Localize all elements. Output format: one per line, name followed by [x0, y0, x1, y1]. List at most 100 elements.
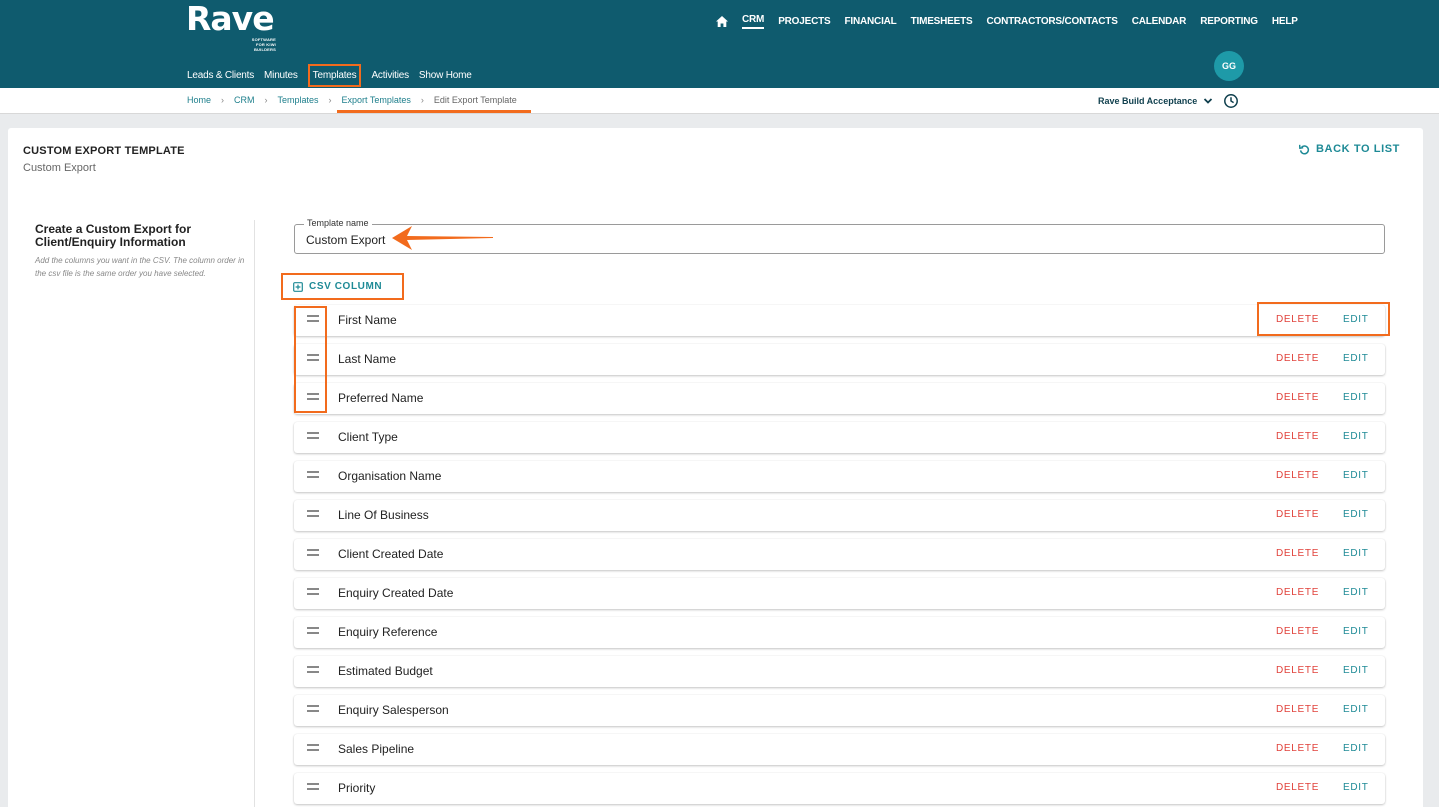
subnav-templates[interactable]: Templates: [307, 64, 362, 87]
csv-column-row[interactable]: Enquiry Created Date DELETE EDIT: [294, 578, 1385, 609]
side-info: Create a Custom Export for Client/Enquir…: [35, 223, 245, 280]
subnav-show-home[interactable]: Show Home: [419, 70, 472, 81]
logo-tagline: SOFTWARE FOR KIWI BUILDERS: [251, 37, 276, 52]
main-nav: CRM PROJECTS FINANCIAL TIMESHEETS CONTRA…: [716, 14, 1312, 29]
column-name: Enquiry Reference: [338, 625, 438, 639]
edit-button[interactable]: EDIT: [1343, 392, 1369, 403]
nav-projects[interactable]: PROJECTS: [778, 16, 831, 27]
user-avatar[interactable]: GG: [1214, 51, 1244, 81]
subnav-leads-clients[interactable]: Leads & Clients: [187, 70, 254, 81]
edit-button[interactable]: EDIT: [1343, 353, 1369, 364]
history-clock-icon[interactable]: [1223, 93, 1239, 109]
csv-column-row[interactable]: Client Created Date DELETE EDIT: [294, 539, 1385, 570]
edit-button[interactable]: EDIT: [1343, 548, 1369, 559]
csv-column-row[interactable]: Enquiry Reference DELETE EDIT: [294, 617, 1385, 648]
back-to-list-label: BACK TO LIST: [1316, 143, 1400, 155]
template-name-label: Template name: [304, 218, 372, 228]
delete-button[interactable]: DELETE: [1276, 470, 1319, 481]
delete-button[interactable]: DELETE: [1276, 704, 1319, 715]
delete-button[interactable]: DELETE: [1276, 743, 1319, 754]
template-name-value[interactable]: Custom Export: [306, 233, 385, 247]
subnav-activities[interactable]: Activities: [371, 70, 409, 81]
edit-button[interactable]: EDIT: [1343, 704, 1369, 715]
column-name: Client Type: [338, 430, 398, 444]
drag-handle-icon[interactable]: [307, 627, 319, 637]
edit-button[interactable]: EDIT: [1343, 743, 1369, 754]
delete-button[interactable]: DELETE: [1276, 587, 1319, 598]
drag-handle-icon[interactable]: [307, 705, 319, 715]
drag-handle-icon[interactable]: [307, 744, 319, 754]
delete-button[interactable]: DELETE: [1276, 353, 1319, 364]
breadcrumb-crm[interactable]: CRM: [234, 95, 255, 105]
delete-button[interactable]: DELETE: [1276, 548, 1319, 559]
breadcrumb: Home › CRM › Templates › Export Template…: [187, 95, 517, 105]
chevron-down-icon: [1204, 98, 1213, 104]
company-select-label: Rave Build Acceptance: [1098, 96, 1198, 106]
drag-handle-icon[interactable]: [307, 471, 319, 481]
column-name: Priority: [338, 781, 376, 795]
drag-handle-icon[interactable]: [307, 432, 319, 442]
home-icon[interactable]: [716, 14, 730, 28]
annotation-arrow-icon: [392, 226, 493, 250]
csv-column-row[interactable]: Line Of Business DELETE EDIT: [294, 500, 1385, 531]
edit-button[interactable]: EDIT: [1343, 665, 1369, 676]
logo-wordmark: Rave: [186, 0, 275, 38]
nav-help[interactable]: HELP: [1272, 16, 1298, 27]
csv-column-row[interactable]: Client Type DELETE EDIT: [294, 422, 1385, 453]
nav-calendar[interactable]: CALENDAR: [1132, 16, 1187, 27]
delete-button[interactable]: DELETE: [1276, 392, 1319, 403]
csv-column-row[interactable]: Estimated Budget DELETE EDIT: [294, 656, 1385, 687]
delete-button[interactable]: DELETE: [1276, 782, 1319, 793]
subnav-minutes[interactable]: Minutes: [264, 70, 298, 81]
edit-button[interactable]: EDIT: [1343, 626, 1369, 637]
edit-button[interactable]: EDIT: [1343, 509, 1369, 520]
drag-handle-icon[interactable]: [307, 510, 319, 520]
column-name: First Name: [338, 313, 397, 327]
breadcrumb-current: Edit Export Template: [433, 95, 517, 105]
csv-column-row[interactable]: First Name DELETE EDIT: [294, 305, 1385, 336]
column-name: Client Created Date: [338, 547, 444, 561]
breadcrumb-chevron-icon: ›: [264, 95, 268, 105]
column-name: Line Of Business: [338, 508, 429, 522]
sub-nav: Leads & Clients Minutes Templates Activi…: [187, 64, 482, 87]
drag-handle-icon[interactable]: [307, 666, 319, 676]
back-to-list-button[interactable]: BACK TO LIST: [1299, 143, 1400, 155]
edit-button[interactable]: EDIT: [1343, 587, 1369, 598]
nav-reporting[interactable]: REPORTING: [1200, 16, 1258, 27]
nav-crm[interactable]: CRM: [742, 14, 764, 29]
breadcrumb-export-templates[interactable]: Export Templates: [342, 95, 411, 105]
custom-export-card: CUSTOM EXPORT TEMPLATE Custom Export BAC…: [8, 128, 1423, 807]
highlight-row-actions: [1257, 302, 1390, 336]
delete-button[interactable]: DELETE: [1276, 665, 1319, 676]
company-select[interactable]: Rave Build Acceptance: [1098, 96, 1213, 106]
csv-column-row[interactable]: Organisation Name DELETE EDIT: [294, 461, 1385, 492]
csv-column-row[interactable]: Preferred Name DELETE EDIT: [294, 383, 1385, 414]
drag-handle-icon[interactable]: [307, 549, 319, 559]
breadcrumb-templates[interactable]: Templates: [278, 95, 319, 105]
rave-logo[interactable]: Rave SOFTWARE FOR KIWI BUILDERS: [186, 0, 276, 53]
csv-column-row[interactable]: Sales Pipeline DELETE EDIT: [294, 734, 1385, 765]
column-name: Last Name: [338, 352, 397, 366]
csv-column-row[interactable]: Enquiry Salesperson DELETE EDIT: [294, 695, 1385, 726]
column-name: Sales Pipeline: [338, 742, 415, 756]
top-header: Rave SOFTWARE FOR KIWI BUILDERS CRM PROJ…: [0, 0, 1439, 88]
nav-financial[interactable]: FINANCIAL: [845, 16, 897, 27]
column-name: Estimated Budget: [338, 664, 433, 678]
delete-button[interactable]: DELETE: [1276, 431, 1319, 442]
csv-column-row[interactable]: Last Name DELETE EDIT: [294, 344, 1385, 375]
breadcrumb-chevron-icon: ›: [420, 95, 424, 105]
drag-handle-icon[interactable]: [307, 783, 319, 793]
delete-button[interactable]: DELETE: [1276, 509, 1319, 520]
csv-column-row[interactable]: Priority DELETE EDIT: [294, 773, 1385, 804]
nav-contractors-contacts[interactable]: CONTRACTORS/CONTACTS: [987, 16, 1118, 27]
add-csv-column-button[interactable]: CSV COLUMN: [281, 273, 404, 300]
delete-button[interactable]: DELETE: [1276, 626, 1319, 637]
breadcrumb-home[interactable]: Home: [187, 95, 211, 105]
edit-button[interactable]: EDIT: [1343, 470, 1369, 481]
breadcrumb-chevron-icon: ›: [221, 95, 225, 105]
column-name: Enquiry Salesperson: [338, 703, 449, 717]
drag-handle-icon[interactable]: [307, 588, 319, 598]
edit-button[interactable]: EDIT: [1343, 431, 1369, 442]
edit-button[interactable]: EDIT: [1343, 782, 1369, 793]
nav-timesheets[interactable]: TIMESHEETS: [911, 16, 973, 27]
